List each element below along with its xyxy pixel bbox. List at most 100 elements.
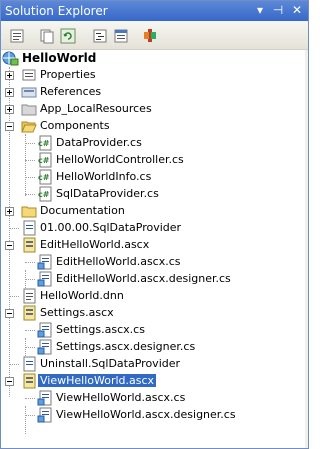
tree-guide-line [25,279,35,280]
tree-item-file[interactable]: 01.00.00.SqlDataProvider [1,220,308,237]
close-icon[interactable]: ✕ [290,2,304,18]
tree-item-label: ViewHelloWorld.ascx.cs [56,391,186,404]
tree-item-ascx[interactable]: Settings.ascx [1,305,308,322]
tree-guide-line [9,364,19,365]
class-diagram-icon[interactable] [141,27,159,45]
expand-icon[interactable] [5,71,14,80]
tree-item-documentation[interactable]: Documentation [1,203,308,220]
csharp-file-icon: c# [37,135,53,151]
code-behind-icon [37,407,53,423]
tree-item-file[interactable]: EditHelloWorld.ascx.designer.cs [1,271,308,288]
tree-item-label: 01.00.00.SqlDataProvider [40,221,182,234]
csharp-file-icon: c# [37,152,53,168]
tree-item-label: ViewHelloWorld.ascx.designer.cs [56,408,236,421]
svg-text:c#: c# [38,173,50,182]
text-file-icon [21,288,37,304]
title-bar[interactable]: Solution Explorer ▾ ⊣ ✕ [1,1,308,21]
tree-item-file[interactable]: c# DataProvider.cs [1,135,308,152]
tree-item-ascx[interactable]: EditHelloWorld.ascx [1,237,308,254]
tree-item-properties[interactable]: Properties [1,67,308,84]
tree-item-label: Components [40,119,110,132]
tree-guide-line [9,296,19,297]
tree-item-file[interactable]: Settings.ascx.designer.cs [1,339,308,356]
svg-text:c#: c# [38,139,50,148]
tree-item-label: DataProvider.cs [56,136,142,149]
tree-guide-line [9,228,19,229]
code-behind-icon [37,339,53,355]
tree-item-label: Settings.ascx.designer.cs [56,340,196,353]
tree-guide-line [25,143,35,144]
tree-item-file[interactable]: Uninstall.SqlDataProvider [1,356,308,373]
tree-item-app-local-resources[interactable]: App_LocalResources [1,101,308,118]
tree-item-label: EditHelloWorld.ascx.cs [56,255,181,268]
tree-item-label: Documentation [40,204,125,217]
expand-icon[interactable] [5,88,14,97]
tree-item-file[interactable]: c# HelloWorldController.cs [1,152,308,169]
tree-item-label: EditHelloWorld.ascx [40,238,150,251]
tree-item-file[interactable]: c# SqlDataProvider.cs [1,186,308,203]
expand-icon[interactable] [5,207,14,216]
code-behind-icon [37,271,53,287]
tree-item-file[interactable]: ViewHelloWorld.ascx.designer.cs [1,407,308,424]
view-code-icon[interactable] [91,27,109,45]
tree-guide-line [25,262,35,263]
tree-item-ascx-selected[interactable]: ViewHelloWorld.ascx [1,373,308,390]
folder-icon [21,203,37,219]
tree-item-label: App_LocalResources [40,102,152,115]
user-control-icon [21,373,37,389]
tree-guide-line [25,330,35,331]
tree-item-label: References [40,85,102,98]
collapse-icon[interactable] [5,309,14,318]
dropdown-icon[interactable]: ▾ [253,2,267,18]
code-behind-icon [37,254,53,270]
user-control-icon [21,237,37,253]
window-title: Solution Explorer [5,4,108,18]
refresh-icon[interactable] [59,27,77,45]
view-designer-icon[interactable] [112,27,130,45]
open-folder-icon [21,118,37,134]
pin-icon[interactable]: ⊣ [271,2,285,18]
tree-item-file[interactable]: c# HelloWorldInfo.cs [1,169,308,186]
project-name: HelloWorld [22,51,97,65]
tree-item-file[interactable]: ViewHelloWorld.ascx.cs [1,390,308,407]
properties-icon[interactable] [8,27,26,45]
collapse-icon[interactable] [5,122,14,131]
svg-text:c#: c# [38,156,50,165]
tree-item-label: EditHelloWorld.ascx.designer.cs [56,272,231,285]
user-control-icon [21,305,37,321]
tree-item-components[interactable]: Components [1,118,308,135]
vertical-scrollbar[interactable] [305,50,308,448]
tree-item-root[interactable]: HelloWorld [1,50,308,67]
tree-item-file[interactable]: EditHelloWorld.ascx.cs [1,254,308,271]
tree-guide-line [25,160,35,161]
csharp-file-icon: c# [37,169,53,185]
tree-guide-line [25,415,35,416]
csharp-file-icon: c# [37,186,53,202]
tree-guide-line [25,398,35,399]
tree-guide-line [25,177,35,178]
tree-item-label: Properties [40,68,96,81]
tree-guide-line [25,194,35,195]
collapse-icon[interactable] [5,377,14,386]
tree-item-label: Uninstall.SqlDataProvider [40,357,181,370]
show-all-files-icon[interactable] [38,27,56,45]
special-folder-icon [21,101,37,117]
expand-icon[interactable] [5,105,14,114]
svg-text:c#: c# [38,190,50,199]
tree-item-label: Settings.ascx [40,306,114,319]
text-file-icon [21,220,37,236]
tree-guide-line [25,347,35,348]
tree-item-file[interactable]: HelloWorld.dnn [1,288,308,305]
tree-item-label: SqlDataProvider.cs [56,187,159,200]
tree-item-file[interactable]: Settings.ascx.cs [1,322,308,339]
collapse-icon[interactable] [5,241,14,250]
code-behind-icon [37,390,53,406]
tree-item-label: ViewHelloWorld.ascx [38,374,157,387]
tree-item-references[interactable]: References [1,84,308,101]
toolbar [1,21,308,50]
solution-explorer-window: Solution Explorer ▾ ⊣ ✕ HelloWorld Prope… [0,0,309,449]
code-behind-icon [37,322,53,338]
tree-item-label: HelloWorldController.cs [56,153,184,166]
properties-folder-icon [21,67,37,83]
web-project-icon [1,50,19,66]
